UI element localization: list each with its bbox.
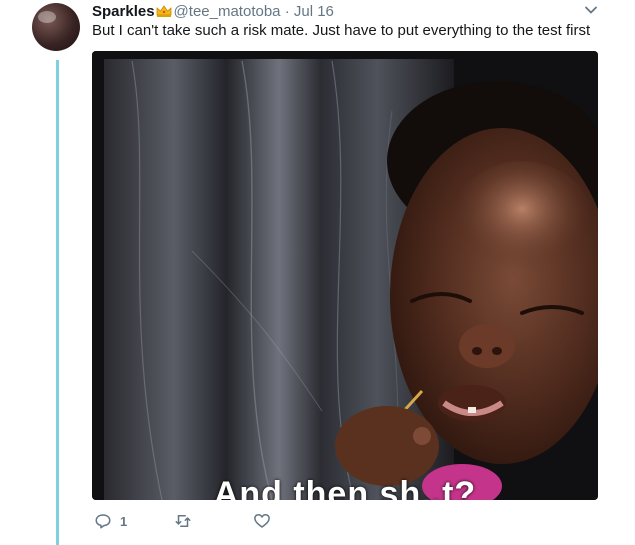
reply-button[interactable]: 1 <box>94 512 127 530</box>
tweet-media[interactable]: And then sh..t? <box>92 51 598 500</box>
avatar[interactable] <box>32 3 80 51</box>
timestamp[interactable]: Jul 16 <box>294 3 334 20</box>
reply-icon <box>95 514 111 529</box>
tweet-text: But I can't take such a risk mate. Just … <box>92 22 591 39</box>
media-photo <box>92 51 598 500</box>
reply-count: 1 <box>120 513 128 529</box>
media-caption: And then sh..t? <box>213 475 477 500</box>
separator-dot: · <box>284 3 290 20</box>
crown-icon <box>156 5 171 17</box>
tweet-header: Sparkles @tee_matotoba · Jul 16 <box>92 3 334 20</box>
display-name[interactable]: Sparkles <box>92 3 155 20</box>
retweet-button[interactable] <box>174 512 192 530</box>
thread-line <box>56 60 59 545</box>
handle[interactable]: @tee_matotoba <box>174 3 281 20</box>
like-button[interactable] <box>253 512 271 530</box>
tweet-actions: 1 <box>92 512 392 534</box>
chevron-down-icon[interactable] <box>584 3 598 17</box>
retweet-icon <box>175 515 191 527</box>
heart-icon <box>254 513 270 528</box>
